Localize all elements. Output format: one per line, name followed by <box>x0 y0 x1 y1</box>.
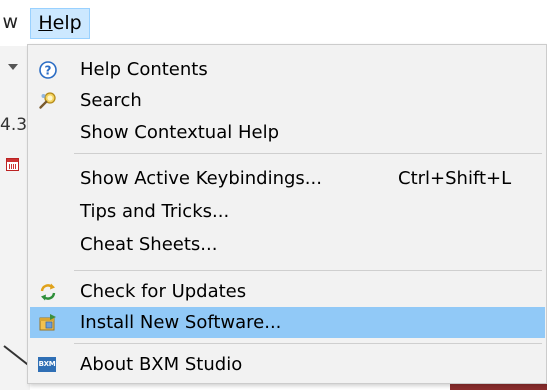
menu-item-label: Show Contextual Help <box>80 122 280 143</box>
menubar-item-help[interactable]: Help <box>30 8 90 39</box>
menubar-item-window[interactable]: w <box>0 8 18 36</box>
menu-item-label: About BXM Studio <box>80 354 243 375</box>
background-text-fragment: 4.3 <box>0 115 28 135</box>
svg-text:?: ? <box>45 64 52 78</box>
menu-item-label: Help Contents <box>80 59 208 80</box>
menu-item-check-for-updates[interactable]: Check for Updates <box>30 276 545 307</box>
help-dropdown-menu: ? Help Contents Search Show Contextual H… <box>27 44 547 384</box>
bxm-logo-icon: BXM <box>38 357 56 372</box>
install-software-icon <box>38 313 58 333</box>
menu-item-show-active-keybindings[interactable]: Show Active Keybindings... Ctrl+Shift+L <box>30 163 545 194</box>
calendar-icon[interactable] <box>6 158 19 171</box>
help-contents-icon: ? <box>38 60 58 80</box>
menu-item-cheat-sheets[interactable]: Cheat Sheets... <box>30 229 545 260</box>
menu-separator <box>74 343 542 344</box>
menu-item-help-contents[interactable]: ? Help Contents <box>30 54 545 85</box>
menubar: w Help <box>0 0 547 46</box>
background-toolbar <box>0 46 30 390</box>
menu-item-install-new-software[interactable]: Install New Software... <box>30 307 545 338</box>
menu-item-label: Tips and Tricks... <box>80 201 230 222</box>
menu-separator <box>74 270 542 271</box>
search-icon <box>38 91 58 111</box>
menu-item-search[interactable]: Search <box>30 85 545 116</box>
menu-separator <box>74 153 542 154</box>
menu-item-label: Check for Updates <box>80 281 247 302</box>
menu-item-label: Cheat Sheets... <box>80 234 218 255</box>
menu-item-label: Install New Software... <box>80 312 282 333</box>
help-menu-label-rest: elp <box>52 12 82 34</box>
menu-item-label: Show Active Keybindings... <box>80 168 322 189</box>
menu-item-about-bxm-studio[interactable]: BXM About BXM Studio <box>30 349 545 380</box>
keyboard-shortcut: Ctrl+Shift+L <box>398 168 512 189</box>
check-updates-icon <box>38 282 58 302</box>
menu-item-show-contextual-help[interactable]: Show Contextual Help <box>30 117 545 148</box>
menu-item-tips-and-tricks[interactable]: Tips and Tricks... <box>30 196 545 227</box>
help-menu-mnemonic: H <box>38 12 53 34</box>
chevron-down-icon[interactable] <box>8 64 18 70</box>
menu-item-label: Search <box>80 90 142 111</box>
